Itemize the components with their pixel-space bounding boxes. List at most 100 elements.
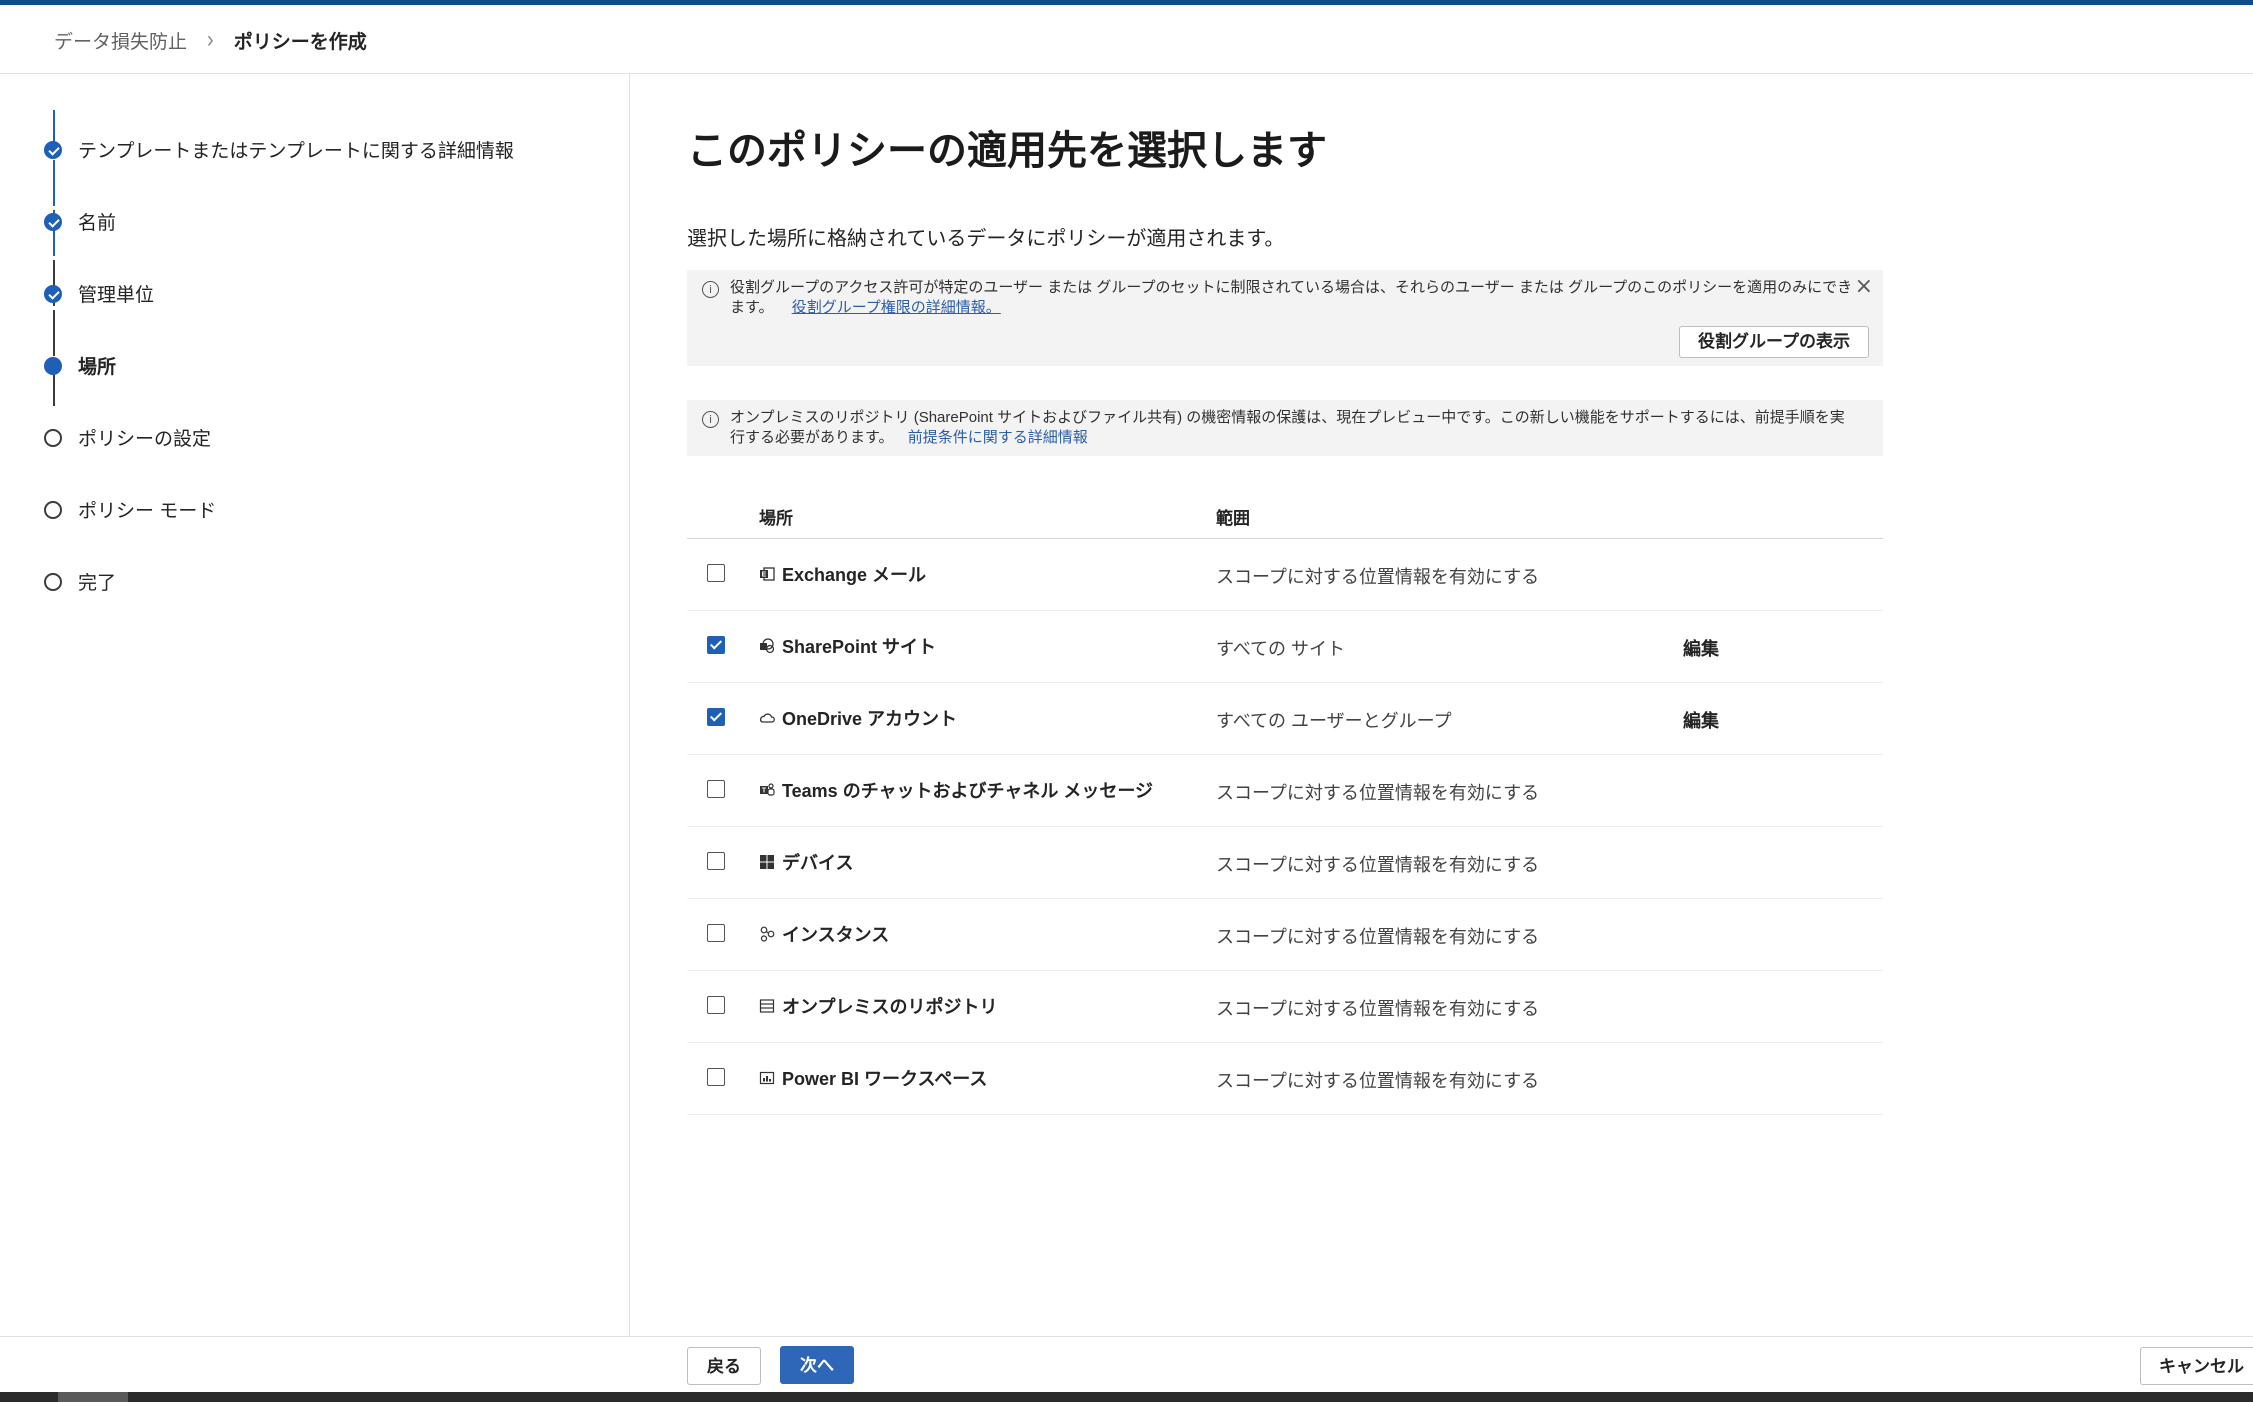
location-checkbox[interactable]: [707, 1068, 725, 1086]
svg-text:E: E: [762, 572, 767, 579]
table-row: E Exchange メール スコープに対する位置情報を有効にする: [687, 539, 1883, 611]
repository-icon: [759, 998, 775, 1014]
svg-text:T: T: [762, 788, 767, 795]
prerequisites-link[interactable]: 前提条件に関する詳細情報: [908, 429, 1088, 446]
wizard-steps-panel: テンプレートまたはテンプレートに関する詳細情報 名前 管理単位 場所 ポリシーの…: [0, 74, 630, 1336]
exchange-icon: E: [759, 566, 775, 582]
step-policy-mode: ポリシー モード: [44, 496, 216, 523]
step-admin-units[interactable]: 管理単位: [44, 280, 154, 307]
column-header-scope: 範囲: [1216, 509, 1250, 528]
table-row: Power BI ワークスペース スコープに対する位置情報を有効にする: [687, 1043, 1883, 1115]
location-checkbox[interactable]: [707, 852, 725, 870]
location-cell: インスタンス: [759, 921, 889, 947]
step-policy-settings: ポリシーの設定: [44, 424, 211, 451]
table-row: OneDrive アカウント すべての ユーザーとグループ 編集: [687, 683, 1883, 755]
location-checkbox[interactable]: [707, 924, 725, 942]
step-pending-icon: [44, 572, 62, 591]
table-header: 場所 範囲: [687, 488, 1883, 539]
step-label: ポリシー モード: [78, 501, 217, 522]
onedrive-icon: [759, 710, 775, 726]
location-cell: E Exchange メール: [759, 561, 926, 587]
scope-value: すべての ユーザーとグループ: [1216, 711, 1452, 731]
location-name: SharePoint サイト: [782, 637, 937, 657]
location-checkbox[interactable]: [707, 780, 725, 798]
scope-value: スコープに対する位置情報を有効にする: [1216, 927, 1540, 947]
step-connector: [53, 160, 55, 206]
location-cell: デバイス: [759, 849, 853, 875]
table-row: インスタンス スコープに対する位置情報を有効にする: [687, 899, 1883, 971]
teams-icon: T: [759, 782, 775, 798]
location-checkbox[interactable]: [707, 996, 725, 1014]
info-banner-message: オンプレミスのリポジトリ (SharePoint サイトおよびファイル共有) の…: [730, 409, 1845, 446]
location-name: Exchange メール: [782, 565, 927, 585]
step-label: 管理単位: [78, 285, 155, 306]
location-checkbox[interactable]: [707, 708, 725, 726]
step-label: ポリシーの設定: [78, 429, 212, 450]
location-name: インスタンス: [782, 925, 890, 945]
info-banner-text: オンプレミスのリポジトリ (SharePoint サイトおよびファイル共有) の…: [730, 408, 1855, 448]
powerbi-icon: [759, 1070, 775, 1086]
info-banner-text: 役割グループのアクセス許可が特定のユーザー または グループのセットに制限されて…: [730, 278, 1855, 318]
location-name: OneDrive アカウント: [782, 709, 958, 729]
step-pending-icon: [44, 500, 62, 519]
location-checkbox[interactable]: [707, 564, 725, 582]
step-pending-icon: [44, 428, 62, 447]
location-cell: T Teams のチャットおよびチャネル メッセージ: [759, 777, 1153, 803]
step-template[interactable]: テンプレートまたはテンプレートに関する詳細情報: [44, 136, 514, 163]
step-complete-icon: [44, 284, 62, 303]
location-cell: オンプレミスのリポジトリ: [759, 993, 997, 1019]
scope-value: すべての サイト: [1216, 639, 1346, 659]
step-label: 完了: [78, 573, 117, 594]
scope-value: スコープに対する位置情報を有効にする: [1216, 567, 1540, 587]
step-current-icon: [44, 356, 62, 375]
taskbar-strip: [0, 1392, 2253, 1402]
onprem-preview-info-banner: i オンプレミスのリポジトリ (SharePoint サイトおよびファイル共有)…: [687, 400, 1883, 456]
column-header-location: 場所: [759, 509, 793, 528]
back-button[interactable]: 戻る: [687, 1347, 761, 1385]
step-locations[interactable]: 場所: [44, 352, 116, 379]
step-finish: 完了: [44, 568, 116, 595]
location-cell: OneDrive アカウント: [759, 705, 957, 731]
scope-value: スコープに対する位置情報を有効にする: [1216, 855, 1540, 875]
breadcrumb-parent-link[interactable]: データ損失防止: [54, 27, 187, 54]
edit-onedrive-scope-link[interactable]: 編集: [1683, 707, 1719, 733]
taskbar-tab[interactable]: [58, 1392, 128, 1402]
breadcrumb-current: ポリシーを作成: [233, 32, 367, 53]
info-icon: i: [702, 411, 719, 428]
role-group-permissions-link[interactable]: 役割グループ権限の詳細情報。: [792, 299, 1001, 316]
location-checkbox[interactable]: [707, 636, 725, 654]
sharepoint-icon: [759, 638, 775, 654]
location-name: デバイス: [782, 853, 854, 873]
step-label: テンプレートまたはテンプレートに関する詳細情報: [78, 141, 514, 162]
wizard-footer: 戻る 次へ キャンセル: [0, 1336, 2253, 1393]
step-label: 場所: [78, 357, 117, 378]
chevron-right-icon: ›: [207, 26, 214, 54]
step-complete-icon: [44, 140, 62, 159]
cancel-button[interactable]: キャンセル: [2140, 1347, 2253, 1385]
close-icon[interactable]: ×: [1855, 274, 1873, 299]
scope-value: スコープに対する位置情報を有効にする: [1216, 783, 1540, 803]
scope-value: スコープに対する位置情報を有効にする: [1216, 999, 1540, 1019]
header: データ損失防止 › ポリシーを作成: [0, 5, 2253, 74]
next-button[interactable]: 次へ: [780, 1346, 854, 1384]
table-row: SharePoint サイト すべての サイト 編集: [687, 611, 1883, 683]
locations-table: 場所 範囲 E Exchange メール スコープに対する位置情報を有効にする …: [687, 488, 1883, 1115]
edit-sharepoint-scope-link[interactable]: 編集: [1683, 635, 1719, 661]
table-row: デバイス スコープに対する位置情報を有効にする: [687, 827, 1883, 899]
step-name[interactable]: 名前: [44, 208, 116, 235]
location-cell: SharePoint サイト: [759, 633, 936, 659]
location-name: Power BI ワークスペース: [782, 1069, 988, 1089]
instances-icon: [759, 926, 775, 942]
location-cell: Power BI ワークスペース: [759, 1065, 987, 1091]
table-row: オンプレミスのリポジトリ スコープに対する位置情報を有効にする: [687, 971, 1883, 1043]
page-description: 選択した場所に格納されているデータにポリシーが適用されます。: [687, 228, 1285, 250]
view-role-groups-button[interactable]: 役割グループの表示: [1679, 326, 1869, 358]
windows-icon: [759, 854, 775, 870]
breadcrumb: データ損失防止 › ポリシーを作成: [54, 27, 367, 54]
info-icon: i: [702, 281, 719, 298]
location-name: オンプレミスのリポジトリ: [782, 997, 998, 1017]
scope-value: スコープに対する位置情報を有効にする: [1216, 1071, 1540, 1091]
table-row: T Teams のチャットおよびチャネル メッセージ スコープに対する位置情報を…: [687, 755, 1883, 827]
step-complete-icon: [44, 212, 62, 231]
step-label: 名前: [78, 213, 117, 234]
